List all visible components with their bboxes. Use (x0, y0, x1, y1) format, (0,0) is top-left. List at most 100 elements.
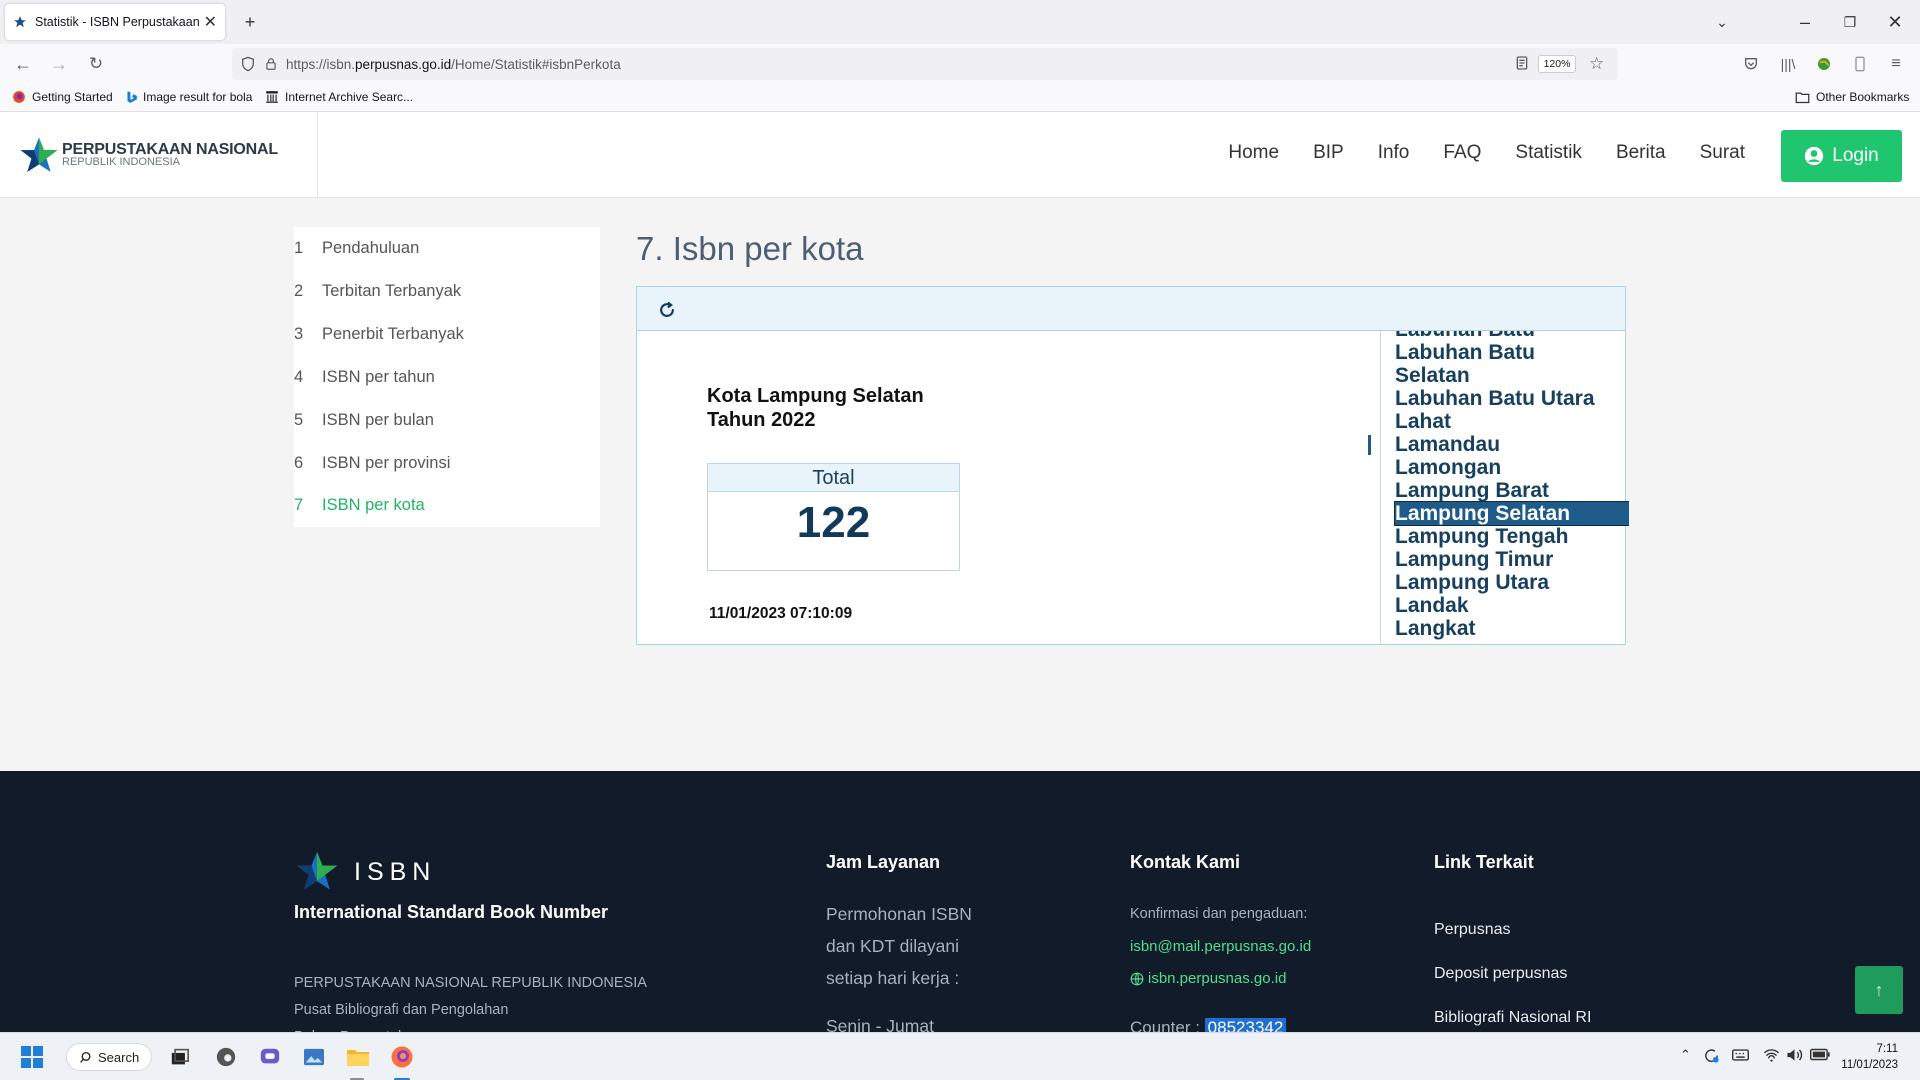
main-nav: Home BIP Info FAQ Statistik Berita Surat (1194, 142, 1745, 164)
list-item[interactable]: Labuhan Batu (1395, 331, 1629, 341)
footer-org-line: Pusat Bibliografi dan Pengolahan (294, 1002, 509, 1018)
taskbar-search[interactable]: Search (66, 1043, 152, 1071)
tab-list-chevron-icon[interactable]: ⌄ (1710, 10, 1734, 34)
new-tab-icon[interactable]: + (238, 10, 262, 34)
footer-link-deposit[interactable]: Deposit perpusnas (1434, 952, 1591, 996)
back-arrow-icon[interactable]: ← (12, 53, 34, 75)
footer-jam-line: setiap hari kerja : (826, 968, 960, 988)
list-item-selected[interactable]: Lampung Selatan (1394, 501, 1629, 526)
list-item[interactable]: Selatan (1395, 364, 1629, 387)
tab-close-icon[interactable]: ✕ (204, 12, 217, 32)
nav-surat[interactable]: Surat (1700, 142, 1745, 164)
nav-bip[interactable]: BIP (1313, 142, 1344, 164)
sidebar-item-number: 6 (294, 454, 304, 472)
list-item[interactable]: Lampung Utara (1395, 571, 1629, 594)
device-icon[interactable] (1849, 53, 1871, 75)
list-item[interactable]: Labuhan Batu Utara (1395, 387, 1629, 410)
task-view-icon[interactable] (168, 1045, 192, 1069)
firefox-taskbar-icon[interactable] (390, 1045, 414, 1069)
total-label: Total (708, 464, 959, 492)
footer-kontak-email[interactable]: isbn@mail.perpusnas.go.id (1130, 938, 1311, 955)
back-to-top-button[interactable]: ↑ (1855, 966, 1903, 1014)
nav-berita[interactable]: Berita (1616, 142, 1666, 164)
bookmark-other-bookmarks[interactable]: Other Bookmarks (1795, 90, 1909, 104)
list-item[interactable]: Labuhan Batu (1395, 341, 1629, 364)
site-logo[interactable]: PERPUSTAKAAN NASIONAL REPUBLIK INDONESIA (18, 136, 278, 176)
arrow-up-icon: ↑ (1874, 979, 1884, 1000)
zoom-level-badge[interactable]: 120% (1538, 55, 1576, 73)
wifi-icon[interactable] (1763, 1047, 1780, 1063)
firefox-icon (12, 90, 26, 104)
stat-panel: Kota Lampung Selatan Tahun 2022 Total 12… (636, 286, 1629, 645)
nav-statistik[interactable]: Statistik (1515, 142, 1582, 164)
sidebar-item-per-provinsi[interactable]: 6 ISBN per provinsi (294, 442, 450, 485)
city-list[interactable]: Labuhan Batu Labuhan Batu Selatan Labuha… (1380, 331, 1629, 644)
url-path: /Home/Statistik#isbnPerkota (451, 56, 621, 72)
refresh-icon[interactable] (657, 300, 677, 320)
login-button[interactable]: Login (1781, 130, 1902, 182)
file-explorer-icon[interactable] (346, 1045, 370, 1069)
extension-globe-icon[interactable] (1813, 53, 1835, 75)
archive-icon (265, 90, 279, 104)
reader-view-icon[interactable] (1514, 54, 1530, 72)
footer-brand-subtitle: International Standard Book Number (294, 902, 609, 922)
menu-hamburger-icon[interactable]: ≡ (1885, 53, 1907, 75)
tray-chevron-up-icon[interactable]: ⌃ (1680, 1047, 1691, 1063)
list-item[interactable]: Lampung Barat (1395, 479, 1629, 502)
bookmark-star-icon[interactable]: ☆ (1589, 54, 1604, 74)
reload-icon[interactable]: ↻ (85, 53, 107, 75)
shield-icon[interactable] (240, 56, 256, 72)
sidebar-item-number: 4 (294, 368, 304, 386)
footer-kontak-web-link[interactable]: isbn.perpusnas.go.id (1130, 970, 1286, 987)
teams-chat-icon[interactable] (258, 1045, 282, 1069)
page-title: 7. Isbn per kota (636, 230, 864, 267)
lock-icon[interactable] (264, 56, 278, 72)
favicon-star-icon (13, 15, 27, 29)
sidebar-item-penerbit[interactable]: 3 Penerbit Terbanyak (294, 313, 464, 356)
list-item[interactable]: Lamandau (1395, 433, 1629, 456)
nav-info[interactable]: Info (1378, 142, 1410, 164)
window-close-icon[interactable]: ✕ (1883, 10, 1907, 34)
sidebar-item-per-bulan[interactable]: 5 ISBN per bulan (294, 399, 434, 442)
list-item[interactable]: Lampung Timur (1395, 548, 1629, 571)
minimize-icon[interactable]: – (1793, 10, 1817, 34)
sidebar-item-number: 5 (294, 411, 304, 429)
url-bar[interactable]: https://isbn.perpusnas.go.id/Home/Statis… (232, 48, 1618, 80)
sidebar-item-per-tahun[interactable]: 4 ISBN per tahun (294, 356, 435, 399)
nav-faq[interactable]: FAQ (1443, 142, 1481, 164)
keyboard-icon[interactable] (1732, 1048, 1749, 1062)
forward-arrow-icon[interactable]: → (48, 53, 70, 75)
sidebar-item-number: 2 (294, 282, 304, 300)
site-header: PERPUSTAKAAN NASIONAL REPUBLIK INDONESIA… (0, 112, 1920, 198)
bookmark-image-result[interactable]: Image result for bola (125, 90, 252, 104)
edge-icon[interactable] (214, 1045, 238, 1069)
list-scroll-indicator[interactable] (1368, 435, 1371, 455)
library-icon[interactable]: |||\ (1777, 53, 1799, 75)
battery-icon[interactable] (1810, 1048, 1830, 1061)
pocket-icon[interactable] (1740, 53, 1762, 75)
windows-start-icon[interactable] (20, 1045, 44, 1069)
footer-jam-title: Jam Layanan (826, 852, 941, 872)
tray-sync-icon[interactable] (1703, 1047, 1720, 1064)
bookmark-getting-started[interactable]: Getting Started (12, 90, 113, 104)
browser-tab[interactable]: Statistik - ISBN Perpustakaan Na ✕ (5, 4, 225, 40)
sidebar-item-label: ISBN per bulan (322, 411, 434, 429)
sidebar-item-per-kota[interactable]: 7 ISBN per kota (294, 484, 425, 527)
nav-home[interactable]: Home (1228, 142, 1279, 164)
restore-icon[interactable]: ❐ (1838, 10, 1862, 34)
sidebar-item-pendahuluan[interactable]: 1 Pendahuluan (294, 227, 419, 270)
sidebar-item-terbitan[interactable]: 2 Terbitan Terbanyak (294, 270, 461, 313)
footer-kontak-label: Konfirmasi dan pengaduan: (1130, 906, 1308, 922)
list-item[interactable]: Landak (1395, 594, 1629, 617)
volume-icon[interactable] (1786, 1047, 1803, 1063)
list-item[interactable]: Lahat (1395, 410, 1629, 433)
bookmark-internet-archive[interactable]: Internet Archive Searc... (265, 90, 413, 104)
photos-icon[interactable] (302, 1045, 326, 1069)
tray-clock[interactable]: 7:11 11/01/2023 (1838, 1041, 1898, 1073)
url-domain: perpusnas.go.id (355, 56, 452, 72)
list-item[interactable]: Langkat (1395, 617, 1629, 640)
list-item[interactable]: Lampung Tengah (1395, 525, 1629, 548)
footer-link-perpusnas[interactable]: Perpusnas (1434, 908, 1591, 952)
bookmark-label: Image result for bola (143, 90, 253, 104)
list-item[interactable]: Lamongan (1395, 456, 1629, 479)
